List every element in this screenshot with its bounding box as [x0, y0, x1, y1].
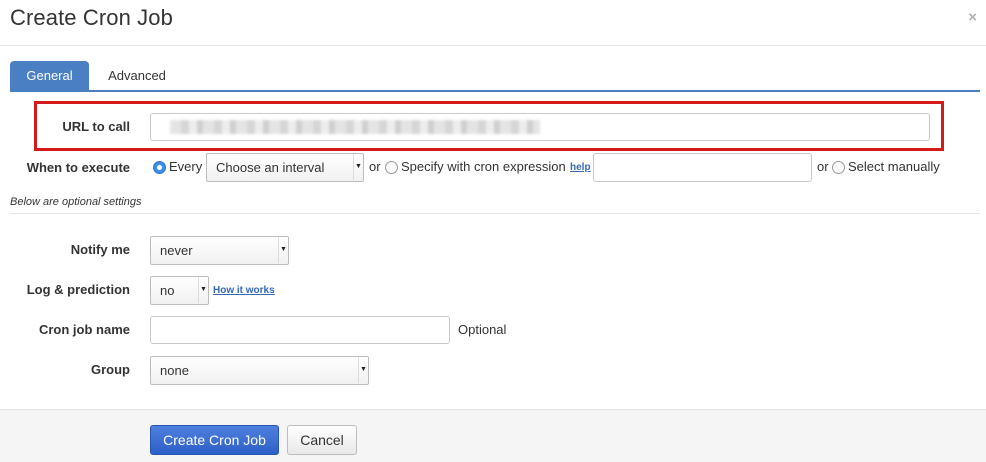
how-it-works-link[interactable]: How it works	[213, 285, 275, 296]
notify-select[interactable]: never ▼	[150, 236, 289, 265]
radio-cron-expression[interactable]	[385, 161, 398, 174]
log-select[interactable]: no ▼	[150, 276, 209, 305]
tab-general[interactable]: General	[10, 61, 89, 91]
optional-settings-note: Below are optional settings	[10, 196, 142, 208]
when-label: When to execute	[26, 160, 130, 175]
create-cron-job-button[interactable]: Create Cron Job	[150, 425, 279, 455]
log-label: Log & prediction	[26, 282, 130, 297]
cron-job-name-input[interactable]	[150, 316, 450, 344]
help-link[interactable]: help	[570, 162, 591, 173]
or-label-1: or	[369, 159, 381, 174]
dialog-header: Create Cron Job ×	[0, 0, 986, 46]
cron-expression-label: Specify with cron expression	[401, 159, 566, 174]
cancel-button[interactable]: Cancel	[287, 425, 357, 455]
dialog-footer	[0, 409, 986, 462]
notify-select-value: never	[160, 243, 193, 258]
radio-every[interactable]	[153, 161, 166, 174]
notify-label: Notify me	[70, 242, 130, 257]
tab-bar: General Advanced	[10, 61, 980, 92]
radio-select-manually[interactable]	[832, 161, 845, 174]
tab-advanced[interactable]: Advanced	[96, 61, 178, 91]
every-label: Every	[169, 159, 203, 174]
cron-expression-input[interactable]	[593, 153, 812, 182]
select-manually-label: Select manually	[848, 159, 940, 174]
url-label: URL to call	[62, 119, 130, 134]
chevron-down-icon: ▼	[198, 277, 208, 303]
group-label: Group	[91, 362, 130, 377]
group-select-value: none	[160, 363, 189, 378]
log-select-value: no	[160, 283, 175, 298]
interval-select-value: Choose an interval	[216, 160, 325, 175]
url-value-redacted	[170, 120, 540, 134]
dialog-title: Create Cron Job	[10, 5, 173, 30]
chevron-down-icon: ▼	[278, 237, 288, 263]
group-select[interactable]: none ▼	[150, 356, 369, 385]
interval-select[interactable]: Choose an interval ▼	[206, 153, 364, 182]
chevron-down-icon: ▼	[358, 357, 368, 383]
optional-hint: Optional	[458, 322, 507, 337]
cron-job-name-label: Cron job name	[38, 322, 130, 337]
close-icon[interactable]: ×	[968, 10, 977, 26]
chevron-down-icon: ▼	[353, 154, 363, 180]
section-divider	[10, 213, 980, 214]
or-label-2: or	[817, 159, 829, 174]
